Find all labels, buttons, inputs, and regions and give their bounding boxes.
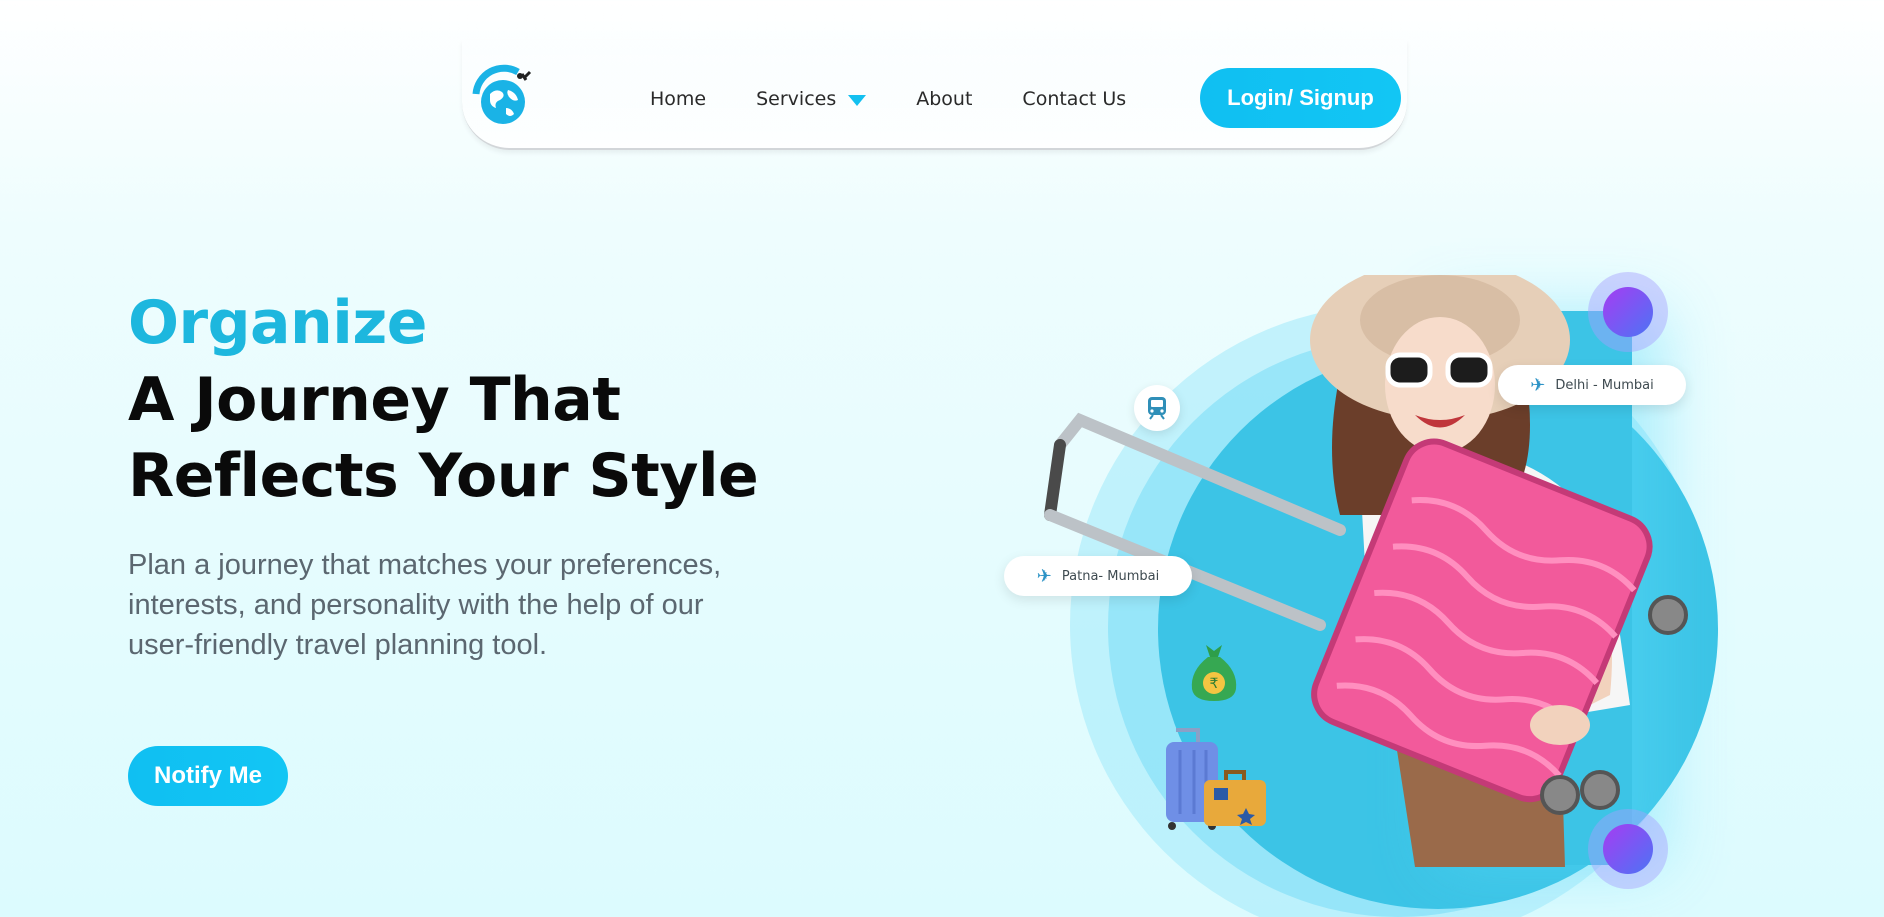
- hero-description: Plan a journey that matches your prefere…: [128, 549, 722, 661]
- top-navbar: Home Services About Contact Us Login/ Si…: [462, 40, 1407, 150]
- nav-contact-label: Contact Us: [1022, 88, 1127, 110]
- login-signup-button[interactable]: Login/ Signup: [1200, 68, 1401, 128]
- route-patna-label: Patna- Mumbai: [1061, 568, 1160, 584]
- luggage-icon: [1166, 728, 1266, 830]
- brand-logo[interactable]: [470, 64, 536, 130]
- money-bag-icon: ₹: [1191, 645, 1237, 701]
- nav-contact[interactable]: Contact Us: [1022, 88, 1126, 110]
- nav-about-label: About: [916, 88, 973, 110]
- caret-down-icon[interactable]: [848, 94, 867, 106]
- nav-services-label: Services: [756, 88, 837, 110]
- route-pill-patna-mumbai: ✈ Patna- Mumbai: [1004, 556, 1192, 596]
- route-pill-delhi-mumbai: ✈ Delhi - Mumbai: [1498, 365, 1686, 405]
- currency-symbol: ₹: [1210, 676, 1219, 692]
- nav-home[interactable]: Home: [650, 88, 706, 110]
- nav-home-label: Home: [650, 88, 707, 110]
- train-badge: [1134, 385, 1180, 431]
- main-nav: Home Services About Contact Us: [650, 88, 1126, 110]
- nav-about[interactable]: About: [916, 88, 972, 110]
- hero-title-line2: Reflects Your Style: [128, 441, 759, 511]
- globe-logo-icon: [472, 64, 532, 124]
- hero-accent-heading: Organize: [128, 288, 427, 358]
- hero-illustration: ✈ Delhi - Mumbai ✈ Patna- Mumbai ₹: [990, 272, 1718, 917]
- nav-services[interactable]: Services: [756, 88, 867, 110]
- route-delhi-label: Delhi - Mumbai: [1555, 377, 1654, 393]
- plane-icon: ✈: [1530, 374, 1546, 396]
- hero-title: A Journey That Reflects Your Style: [128, 362, 768, 514]
- notify-me-button[interactable]: Notify Me: [128, 746, 288, 806]
- hero-title-line1: A Journey That: [128, 365, 621, 435]
- train-icon: [1148, 397, 1166, 420]
- plane-icon: ✈: [1036, 565, 1052, 587]
